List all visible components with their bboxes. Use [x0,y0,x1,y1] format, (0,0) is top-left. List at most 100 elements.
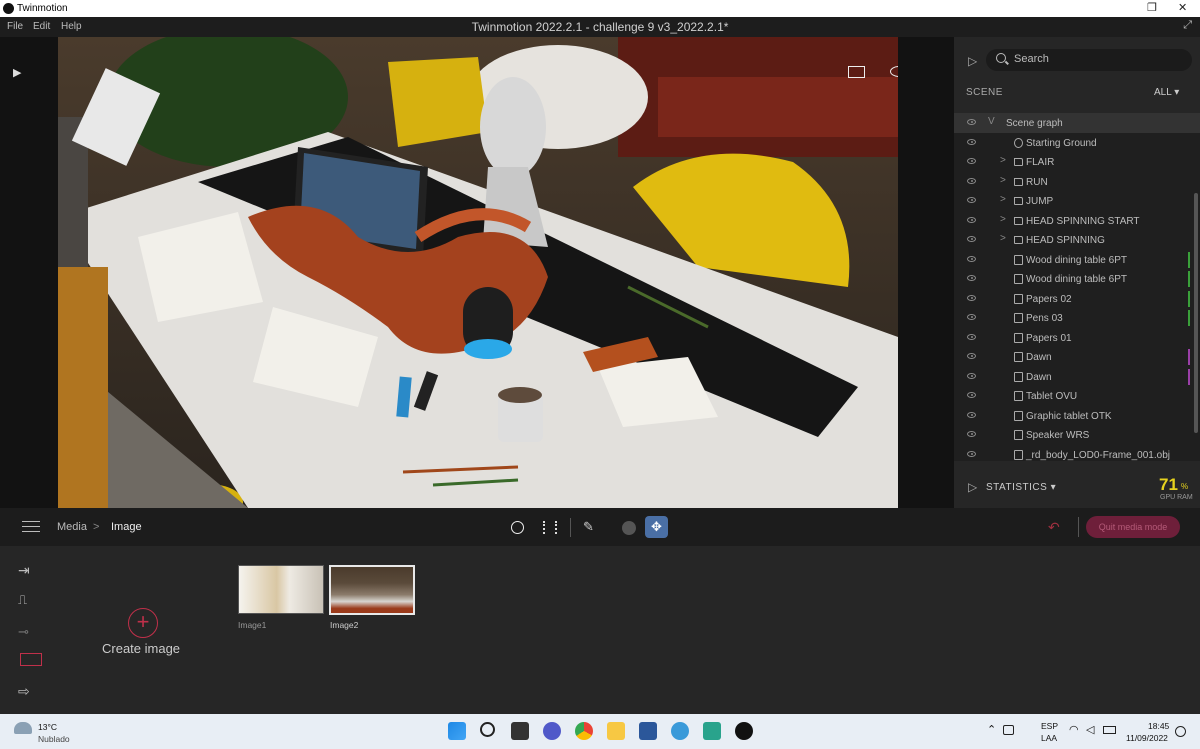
search-input[interactable]: Search [986,49,1192,71]
breadcrumb-media[interactable]: Media [57,521,87,533]
undo-icon[interactable]: ↶ [1048,519,1060,536]
3d-viewport[interactable] [58,37,898,508]
hamburger-menu-icon[interactable] [22,521,40,532]
quit-media-mode-button[interactable]: Quit media mode [1086,516,1180,538]
word-icon[interactable] [639,722,657,740]
visibility-eye-icon[interactable] [967,119,976,125]
visibility-eye-icon[interactable] [967,294,976,301]
tree-row[interactable]: > RUN [954,172,1200,192]
fullscreen-icon[interactable]: ⤢ [1183,19,1192,32]
restore-window-icon[interactable]: ❐ [1147,1,1157,14]
scene-filter-dropdown[interactable]: ALL ▾ [1154,87,1179,98]
back-arrow-icon[interactable] [622,521,636,535]
chevron-right-icon[interactable]: > [1000,214,1006,225]
visibility-eye-icon[interactable] [967,353,976,359]
media-icon[interactable] [20,653,42,666]
import-icon[interactable]: ⇥ [18,562,44,578]
collapse-panel-icon[interactable]: ▷ [968,54,977,68]
visibility-eye-icon[interactable] [967,411,976,418]
app-icon[interactable] [703,722,721,740]
task-view-icon[interactable] [511,722,529,740]
tray-app-icon[interactable] [1003,725,1014,735]
close-window-icon[interactable]: ✕ [1178,1,1187,14]
animation-icon[interactable]: ⎍ [18,592,44,608]
path-icon[interactable]: ⊸ [18,624,44,640]
tree-row[interactable]: Papers 01 [954,328,1200,348]
visibility-eye-icon[interactable] [967,138,976,145]
clock-time[interactable]: 18:45 [1148,721,1169,731]
tree-row[interactable]: > HEAD SPINNING [954,230,1200,250]
expand-statistics-icon[interactable]: ▷ [968,480,977,494]
tree-row[interactable]: > JUMP [954,191,1200,211]
media-toolbar: Media > Image ✎ ✥ ↶ Quit media mode [0,508,1200,546]
tree-row[interactable]: Wood dining table 6PT [954,250,1200,270]
tree-row[interactable]: > FLAIR [954,152,1200,172]
tree-row[interactable]: Graphic tablet OTK [954,406,1200,426]
visibility-eye-icon[interactable] [967,372,976,379]
volume-icon[interactable]: ◁ [1086,723,1094,736]
tree-row[interactable]: Papers 02 [954,289,1200,309]
twinmotion-taskbar-icon[interactable] [735,722,753,740]
tree-row[interactable]: Starting Ground [954,133,1200,153]
keyboard-layout[interactable]: LAA [1041,733,1057,743]
create-image-plus-icon[interactable]: + [128,608,158,638]
export-icon[interactable]: ⇨ [18,683,44,699]
visibility-eye-icon[interactable] [967,197,976,203]
visibility-eye-icon[interactable] [967,392,976,398]
visibility-eye-icon[interactable] [967,333,976,340]
statistics-toggle[interactable]: STATISTICS ▾ [986,482,1056,493]
chevron-right-icon[interactable]: > [1000,175,1006,186]
object-icon [1014,313,1023,323]
eyedropper-icon[interactable]: ✎ [583,519,594,535]
visibility-eye-icon[interactable] [967,450,976,457]
chevron-right-icon[interactable]: > [1000,233,1006,244]
tree-row[interactable]: Wood dining table 6PT [954,269,1200,289]
tree-row[interactable]: Dawn [954,347,1200,367]
teams-icon[interactable] [543,722,561,740]
windows-start-icon[interactable] [448,722,466,740]
move-tool-icon[interactable]: ✥ [645,516,668,538]
menu-file[interactable]: File [7,21,23,32]
visibility-eye-icon[interactable] [967,431,976,437]
grid-icon[interactable] [543,521,557,534]
render-check-icon[interactable] [511,521,524,534]
language-code[interactable]: ESP [1041,721,1058,731]
tree-row[interactable]: Tablet OVU [954,386,1200,406]
layout-toggle-icon[interactable] [848,66,865,78]
file-explorer-icon[interactable] [607,722,625,740]
menu-help[interactable]: Help [61,21,82,32]
settings-app-icon[interactable] [671,722,689,740]
wifi-icon[interactable]: ◠ [1069,723,1079,736]
image-thumbnail[interactable] [238,565,324,614]
search-taskbar-icon[interactable] [480,722,495,737]
visibility-eye-icon[interactable] [967,216,976,223]
tree-row[interactable]: Pens 03 [954,308,1200,328]
tree-row[interactable]: Dawn [954,367,1200,387]
object-icon [1014,430,1023,440]
battery-icon[interactable] [1103,726,1116,734]
tray-chevron-icon[interactable]: ⌃ [987,723,996,736]
tree-row[interactable]: > HEAD SPINNING START [954,211,1200,231]
clock-date[interactable]: 11/09/2022 [1126,733,1168,743]
tree-row[interactable]: Speaker WRS [954,425,1200,445]
create-image-button[interactable]: Create image [102,641,180,656]
visibility-eye-icon[interactable] [967,314,976,320]
play-icon[interactable]: ▶ [13,66,21,79]
tree-row[interactable]: _rd_body_LOD0-Frame_001.obj [954,445,1200,462]
notifications-icon[interactable] [1175,726,1186,737]
visibility-eye-icon[interactable] [967,275,976,281]
visibility-eye-icon[interactable] [967,236,976,242]
tree-row-label: _rd_body_LOD0-Frame_001.obj [1026,449,1170,461]
chevron-right-icon[interactable]: > [1000,155,1006,166]
visibility-eye-icon[interactable] [967,177,976,184]
visibility-eye-icon[interactable] [967,255,976,262]
chevron-down-icon[interactable]: V [988,116,995,127]
visibility-eye-icon[interactable] [967,158,976,164]
chevron-right-icon[interactable]: > [1000,194,1006,205]
object-icon [1014,371,1023,382]
tree-scrollbar[interactable] [1194,193,1198,433]
image-thumbnail-selected[interactable] [329,565,415,615]
tree-row[interactable]: V Scene graph [954,113,1200,133]
chrome-icon[interactable] [575,722,593,740]
menu-edit[interactable]: Edit [33,21,50,32]
